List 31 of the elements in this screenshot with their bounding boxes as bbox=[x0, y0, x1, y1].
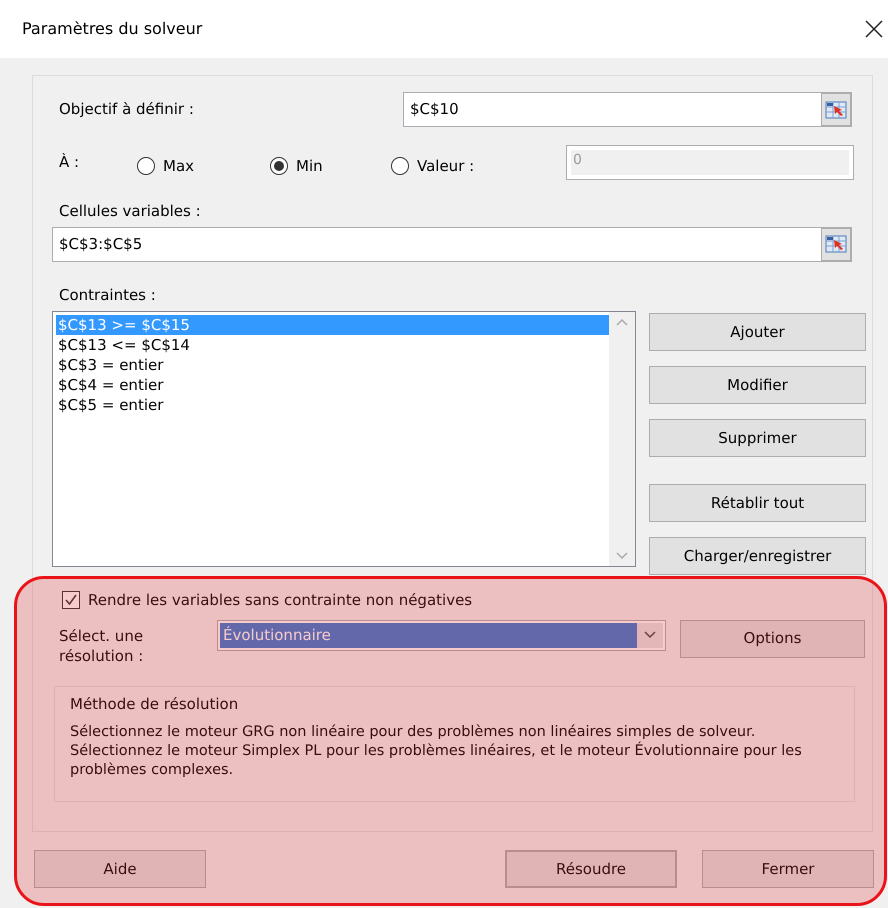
field-label: Objectif à définir : bbox=[59, 99, 195, 120]
constraints-list[interactable]: $C$13 >= $C$15 $C$13 <= $C$14 $C$3 = entier $C$4 = entier $C$5 = entier bbox=[52, 311, 636, 567]
button[interactable]: Aide bbox=[34, 850, 206, 888]
field-label: Cellules variables : bbox=[58, 201, 202, 222]
constraint-item[interactable]: $C$3 = entier bbox=[56, 355, 609, 375]
field-label: Sélect. une résolution : bbox=[59, 626, 144, 666]
button[interactable]: Ajouter bbox=[649, 313, 866, 351]
constraint-item[interactable]: $C$4 = entier bbox=[56, 375, 609, 395]
button[interactable]: Rétablir tout bbox=[649, 484, 866, 522]
field-label: Contraintes : bbox=[58, 284, 157, 306]
solver-dropdown[interactable]: Évolutionnaire bbox=[217, 620, 666, 650]
checkbox-option[interactable]: Rendre les variables sans contrainte non négatives bbox=[33, 589, 872, 612]
close-icon[interactable] bbox=[864, 19, 884, 39]
button[interactable]: Fermer bbox=[702, 850, 874, 888]
window-title: Paramètres du solveur bbox=[22, 18, 202, 40]
description-text: Sélectionnez le moteur GRG non linéaire pour des problèmes non linéaires simples de solveur. Sélectionnez le moteur Simplex PL pour les problèmes linéaires, et le moteur Évolutionnaire pour les problèmes complexes. bbox=[70, 723, 803, 780]
objective-field[interactable]: $C$10 bbox=[403, 92, 852, 127]
constraint-item[interactable]: $C$13 <= $C$14 bbox=[56, 335, 609, 355]
cell-range-icon[interactable] bbox=[825, 100, 847, 118]
button[interactable]: Résoudre bbox=[505, 850, 678, 888]
button[interactable]: Options bbox=[680, 620, 865, 658]
button[interactable]: Modifier bbox=[649, 366, 866, 404]
constraint-item[interactable]: $C$5 = entier bbox=[56, 395, 609, 415]
dropdown-caret-icon[interactable] bbox=[644, 631, 656, 639]
button[interactable]: Supprimer bbox=[649, 419, 866, 457]
variables-field[interactable]: $C$3:$C$5 bbox=[52, 226, 852, 262]
field-label: À : bbox=[59, 152, 80, 173]
group-title: Méthode de résolution bbox=[70, 694, 240, 714]
button[interactable]: Charger/enregistrer bbox=[649, 537, 866, 575]
checkmark-icon bbox=[64, 593, 78, 608]
cell-range-icon[interactable] bbox=[825, 235, 847, 253]
